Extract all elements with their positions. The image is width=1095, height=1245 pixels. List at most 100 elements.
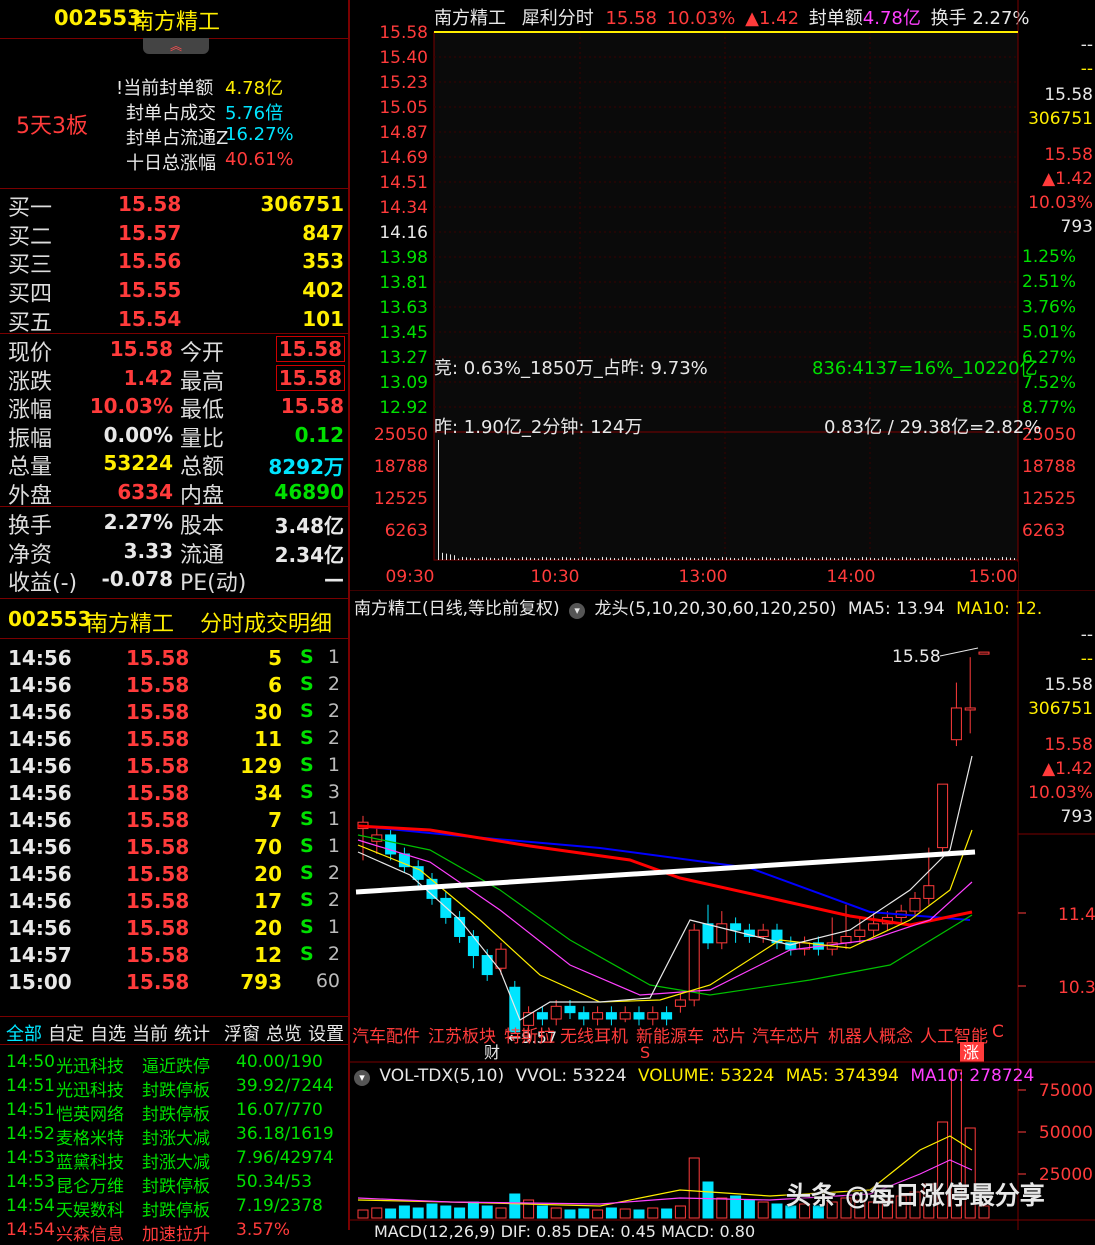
volume-bar	[462, 556, 463, 560]
alert-time: 14:51	[6, 1100, 55, 1120]
table-row[interactable]: 14:56 15.58 17 S 2	[0, 889, 348, 916]
quote-value: 15.58	[275, 364, 346, 391]
price-tick: 15.23	[379, 73, 428, 93]
candle-body	[964, 707, 976, 711]
concept-tag[interactable]: C	[992, 1022, 1004, 1042]
volume-bar	[554, 558, 555, 560]
tab-7[interactable]: 设置	[308, 1020, 344, 1046]
volume-bar	[694, 558, 695, 560]
kline-volume-bar	[578, 1208, 590, 1219]
volume-bar	[958, 558, 959, 560]
candle-body	[412, 866, 424, 880]
vol-tick: 18788	[374, 457, 428, 477]
volume-bar	[806, 557, 807, 560]
bid-price[interactable]: 15.57	[118, 221, 181, 245]
intraday-chart[interactable]: 15.58 15.40 15.23 15.05 14.87 14.69 14.51 14.34…	[350, 0, 1095, 590]
concept-tag[interactable]: 人工智能	[920, 1022, 988, 1047]
tab-4[interactable]: 统计	[174, 1020, 210, 1046]
bid-price[interactable]: 15.56	[118, 249, 181, 273]
table-row[interactable]: 14:56 15.58 20 S 1	[0, 916, 348, 943]
concept-tag[interactable]: 无线耳机	[560, 1022, 628, 1047]
quote-label: 最高	[180, 369, 225, 395]
list-item[interactable]: 14:51 恺英网络 封跌停板 16.07/770	[0, 1100, 348, 1125]
volume-bar	[482, 556, 483, 560]
intraday-frame	[433, 31, 1019, 561]
table-row[interactable]: 14:56 15.58 11 S 2	[0, 727, 348, 754]
kline-volume-bar	[467, 1201, 479, 1219]
table-row[interactable]: 14:56 15.58 20 S 2	[0, 862, 348, 889]
volume-bar	[558, 558, 559, 560]
bid-label: 买二	[8, 224, 53, 250]
trade-side: S	[300, 727, 314, 749]
alert-name: 蓝黛科技	[56, 1153, 124, 1173]
trade-side: S	[300, 835, 314, 857]
stock-title[interactable]: 002553 南方精工	[0, 0, 348, 39]
price-tick: 13.81	[379, 273, 428, 293]
table-row[interactable]: 14:56 15.58 129 S 1	[0, 754, 348, 781]
quote-label: 总额	[180, 455, 225, 480]
table-row[interactable]: 14:56 15.58 6 S 2	[0, 673, 348, 700]
volume-bar	[630, 557, 631, 560]
price-tick: 14.34	[379, 198, 428, 218]
list-item[interactable]: 14:53 昆仑万维 封跌停板 50.34/53	[0, 1172, 348, 1197]
table-row[interactable]: 14:56 15.58 5 S 1	[0, 646, 348, 673]
volume-bar	[490, 557, 491, 560]
list-item[interactable]: 14:50 光迅科技 逼近跌停 40.00/190	[0, 1052, 348, 1077]
trade-count: 1	[327, 835, 340, 857]
volume-bar	[954, 558, 955, 560]
quote-value: 0.12	[294, 422, 344, 447]
alert-time: 14:52	[6, 1124, 55, 1144]
volume-bar	[706, 557, 707, 560]
volume-bar	[998, 558, 999, 560]
price-tick: 15.05	[379, 98, 428, 118]
concept-tag[interactable]: 机器人概念	[828, 1022, 913, 1047]
table-row[interactable]: 14:56 15.58 70 S 1	[0, 835, 348, 862]
bid-price[interactable]: 15.58	[118, 192, 181, 216]
tab-3[interactable]: 当前	[132, 1020, 168, 1046]
tab-2[interactable]: 自选	[90, 1020, 126, 1046]
tab-6[interactable]: 总览	[266, 1020, 302, 1046]
list-item[interactable]: 14:52 麦格米特 封涨大减 36.18/1619	[0, 1124, 348, 1149]
volume-bar	[478, 558, 479, 560]
volume-bar	[966, 557, 967, 560]
intraday-panel[interactable]: 南方精工 犀利分时 15.58 10.03% ▲1.42 封单额4.78亿 换手…	[350, 0, 1095, 590]
kline-panel[interactable]: 南方精工(日线,等比前复权) ▾ 龙头(5,10,20,30,60,120,25…	[350, 590, 1095, 1241]
trade-count: 2	[327, 673, 340, 695]
concept-tag[interactable]: 新能源车	[636, 1022, 704, 1047]
list-item[interactable]: 14:54 天娱数科 封跌停板 7.19/2378	[0, 1196, 348, 1221]
alert-action: 封跌停板	[142, 1081, 210, 1101]
kline-chart[interactable]: -- -- 15.58 306751 15.58 ▲1.42 10.03% 793 11.47 1…	[350, 590, 1095, 1230]
bid-price[interactable]: 15.55	[118, 278, 181, 302]
trade-count: 1	[327, 916, 340, 938]
tab-0[interactable]: 全部	[6, 1020, 42, 1046]
bid-price[interactable]: 15.54	[118, 307, 181, 331]
list-item[interactable]: 14:53 蓝黛科技 封涨大减 7.96/42974	[0, 1148, 348, 1173]
table-row[interactable]: 14:56 15.58 7 S 1	[0, 808, 348, 835]
table-row[interactable]: 14:56 15.58 30 S 2	[0, 700, 348, 727]
list-item[interactable]: 14:51 光迅科技 封跌停板 39.92/7244	[0, 1076, 348, 1101]
tab-1[interactable]: 自定	[48, 1020, 84, 1046]
side-value: 15.58	[1044, 735, 1093, 755]
alert-time: 14:51	[6, 1076, 55, 1096]
tab-5[interactable]: 浮窗	[224, 1020, 260, 1046]
side-value: 793	[1061, 807, 1093, 827]
concept-tag[interactable]: 特斯拉	[504, 1022, 555, 1047]
alert-action: 封涨大减	[142, 1153, 210, 1173]
table-row[interactable]: 15:00 15.58 793 60	[0, 970, 348, 997]
bid-label: 买一	[8, 196, 53, 221]
list-item[interactable]: 14:54 兴森信息 加速拉升 3.57%	[0, 1220, 348, 1245]
concept-tag[interactable]: 江苏板块	[428, 1022, 496, 1047]
volume-bar	[762, 556, 763, 560]
volume-bar	[586, 557, 587, 560]
concept-tag[interactable]: 汽车配件	[352, 1022, 420, 1047]
table-row[interactable]: 14:57 15.58 12 S 2	[0, 943, 348, 970]
vvol-value: VVOL: 53224	[515, 1066, 627, 1086]
concept-tag[interactable]: 芯片	[712, 1022, 746, 1047]
concept-tag[interactable]: 汽车芯片	[752, 1022, 820, 1047]
table-row[interactable]: 14:56 15.58 34 S 3	[0, 781, 348, 808]
collapse-button[interactable]: ︽	[143, 38, 209, 54]
vol-dropdown-icon[interactable]: ▾	[354, 1070, 370, 1086]
volume-bar	[754, 558, 755, 560]
volume-bar	[710, 557, 711, 560]
volume-bar	[982, 556, 983, 560]
